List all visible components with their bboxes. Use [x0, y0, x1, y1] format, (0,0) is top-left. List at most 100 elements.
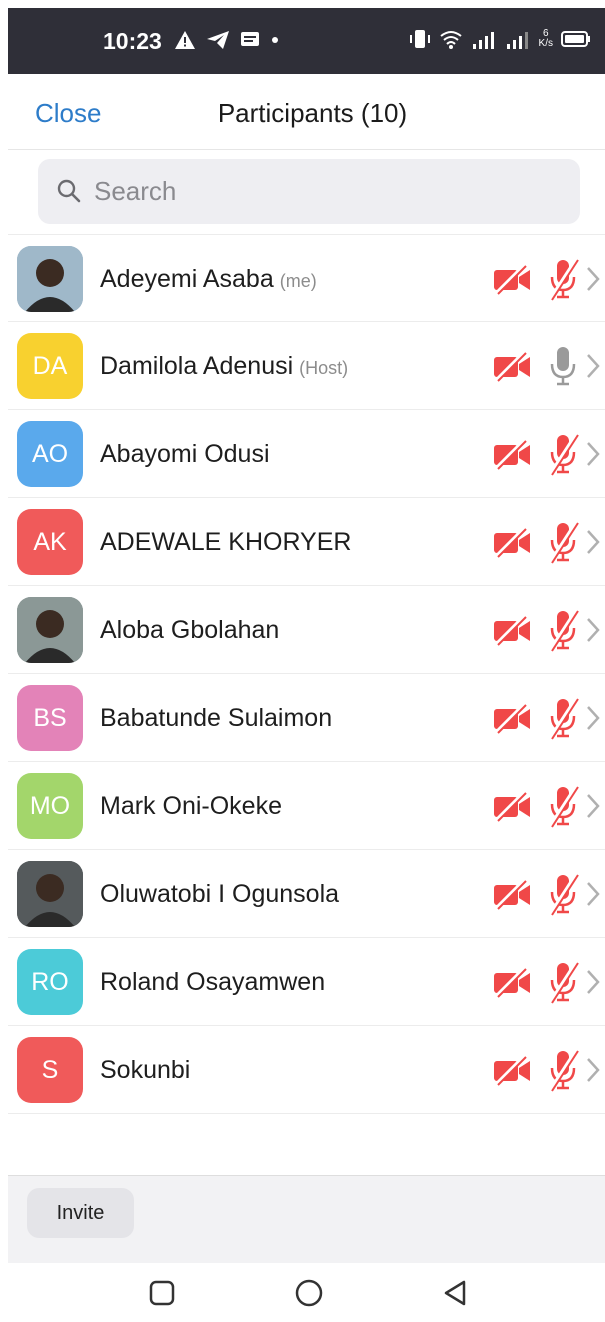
status-time: 10:23: [103, 28, 162, 54]
video-off-icon[interactable]: [492, 350, 532, 382]
mic-muted-icon[interactable]: [546, 872, 580, 916]
home-icon[interactable]: [293, 1279, 325, 1311]
participant-role-tag: (Host): [299, 358, 349, 378]
chevron-right-icon[interactable]: [585, 792, 601, 820]
mic-muted-icon[interactable]: [546, 960, 580, 1004]
participant-name-wrap: Adeyemi Asaba (me): [100, 265, 317, 294]
video-off-icon[interactable]: [492, 878, 532, 910]
participant-list: Adeyemi Asaba (me) DA Damilola Adenusi (Host…: [8, 234, 605, 1114]
telegram-icon: [207, 31, 229, 49]
participant-name-wrap: Aloba Gbolahan: [100, 616, 279, 645]
vibrate-icon: [409, 30, 430, 48]
video-off-icon[interactable]: [492, 438, 532, 470]
participant-row[interactable]: BS Babatunde Sulaimon: [8, 674, 605, 762]
mic-muted-icon[interactable]: [546, 696, 580, 740]
participant-initials-avatar: AO: [17, 421, 83, 487]
chevron-right-icon[interactable]: [585, 528, 601, 556]
participant-name: Babatunde Sulaimon: [100, 704, 333, 732]
participant-row[interactable]: RO Roland Osayamwen: [8, 938, 605, 1026]
mic-muted-icon[interactable]: [546, 608, 580, 652]
video-off-icon[interactable]: [492, 966, 532, 998]
warning-icon: [175, 31, 195, 49]
search-bar[interactable]: [38, 159, 580, 224]
invite-button[interactable]: Invite: [27, 1188, 134, 1238]
participants-header: Close Participants (10): [8, 74, 605, 150]
mic-muted-icon[interactable]: [546, 257, 580, 301]
participant-row[interactable]: S Sokunbi: [8, 1026, 605, 1114]
mic-muted-icon[interactable]: [546, 432, 580, 476]
video-off-icon[interactable]: [492, 702, 532, 734]
participant-name-wrap: Damilola Adenusi (Host): [100, 352, 348, 381]
participant-row[interactable]: Aloba Gbolahan: [8, 586, 605, 674]
mic-muted-icon[interactable]: [546, 520, 580, 564]
video-off-icon[interactable]: [492, 1054, 532, 1086]
chevron-right-icon[interactable]: [585, 880, 601, 908]
participant-photo-avatar: [17, 246, 83, 312]
participant-name: Aloba Gbolahan: [100, 616, 280, 644]
participant-name: Roland Osayamwen: [100, 968, 326, 996]
participant-name: ADEWALE KHORYER: [100, 528, 352, 556]
chevron-right-icon[interactable]: [585, 1056, 601, 1084]
participant-initials-avatar: RO: [17, 949, 83, 1015]
mic-muted-icon[interactable]: [546, 1048, 580, 1092]
back-icon[interactable]: [442, 1279, 470, 1309]
mic-muted-icon[interactable]: [546, 784, 580, 828]
participant-photo-avatar: [17, 861, 83, 927]
signal-icon: [472, 32, 494, 49]
chevron-right-icon[interactable]: [585, 352, 601, 380]
footer-bar: Invite: [8, 1175, 605, 1263]
participant-row[interactable]: AK ADEWALE KHORYER: [8, 498, 605, 586]
participant-name-wrap: Oluwatobi I Ogunsola: [100, 880, 339, 909]
search-icon: [57, 179, 81, 203]
participant-row[interactable]: AO Abayomi Odusi: [8, 410, 605, 498]
participant-name: Mark Oni-Okeke: [100, 792, 282, 820]
person-photo-icon: [17, 597, 83, 663]
participant-name-wrap: ADEWALE KHORYER: [100, 528, 351, 557]
participant-name-wrap: Roland Osayamwen: [100, 968, 325, 997]
participant-row[interactable]: Oluwatobi I Ogunsola: [8, 850, 605, 938]
mic-icon[interactable]: [546, 344, 580, 388]
recent-apps-icon[interactable]: [148, 1279, 176, 1307]
avatar-initials: S: [41, 1055, 59, 1084]
chevron-right-icon[interactable]: [585, 968, 601, 996]
participant-name: Damilola Adenusi: [100, 352, 294, 380]
avatar-initials: AO: [31, 439, 69, 468]
chevron-right-icon[interactable]: [585, 265, 601, 293]
net-speed: 6 K/s: [538, 28, 553, 49]
participant-row[interactable]: Adeyemi Asaba (me): [8, 234, 605, 322]
participant-name: Abayomi Odusi: [100, 440, 270, 468]
participant-initials-avatar: MO: [17, 773, 83, 839]
participant-row[interactable]: MO Mark Oni-Okeke: [8, 762, 605, 850]
participant-name: Adeyemi Asaba: [100, 265, 274, 293]
wifi-icon: [439, 31, 462, 49]
video-off-icon[interactable]: [492, 263, 532, 295]
participant-name: Sokunbi: [100, 1056, 191, 1084]
chevron-right-icon[interactable]: [585, 440, 601, 468]
participant-role-tag: (me): [279, 271, 317, 291]
person-photo-icon: [17, 861, 83, 927]
participant-name-wrap: Abayomi Odusi: [100, 440, 270, 469]
dot-icon: [272, 37, 278, 43]
participant-initials-avatar: DA: [17, 333, 83, 399]
video-off-icon[interactable]: [492, 614, 532, 646]
chevron-right-icon[interactable]: [585, 616, 601, 644]
participant-photo-avatar: [17, 597, 83, 663]
chevron-right-icon[interactable]: [585, 704, 601, 732]
status-bar: 10:23 6 K/s: [8, 8, 605, 74]
search-input[interactable]: [94, 171, 564, 211]
participant-name-wrap: Babatunde Sulaimon: [100, 704, 332, 733]
avatar-initials: AK: [33, 527, 67, 556]
avatar-initials: RO: [31, 967, 69, 996]
avatar-initials: MO: [29, 791, 71, 820]
avatar-initials: DA: [32, 351, 68, 380]
video-off-icon[interactable]: [492, 526, 532, 558]
participant-name-wrap: Mark Oni-Okeke: [100, 792, 282, 821]
video-off-icon[interactable]: [492, 790, 532, 822]
avatar-initials: BS: [33, 703, 67, 732]
message-icon: [241, 32, 259, 46]
participant-row[interactable]: DA Damilola Adenusi (Host): [8, 322, 605, 410]
battery-icon: [561, 31, 590, 47]
participant-initials-avatar: S: [17, 1037, 83, 1103]
person-photo-icon: [17, 246, 83, 312]
page-title: Participants (10): [217, 98, 408, 128]
